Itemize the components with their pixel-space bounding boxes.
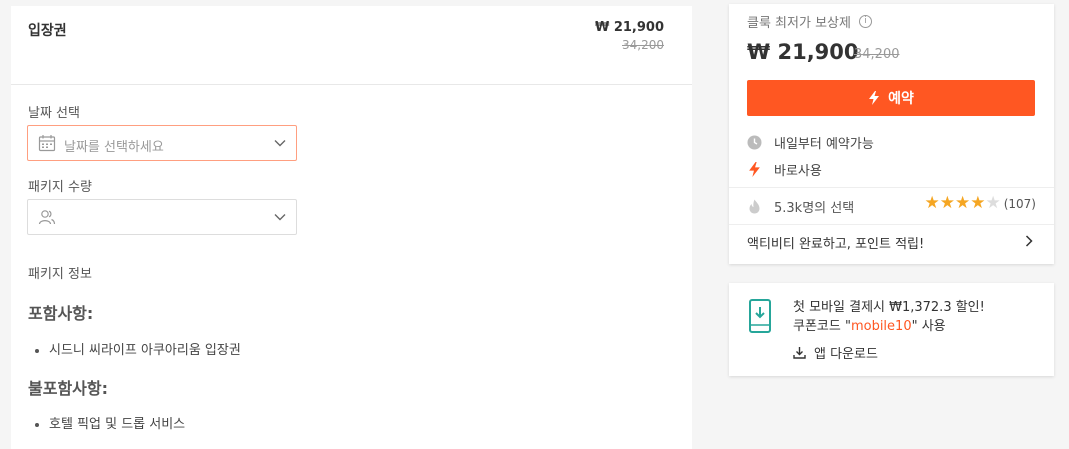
best-price-badge: 클룩 최저가 보상제 i bbox=[747, 12, 872, 31]
excluded-item-text: 호텔 픽업 및 드롭 서비스 bbox=[49, 417, 186, 432]
chevron-down-icon bbox=[274, 140, 286, 147]
booking-original-price: 34,200 bbox=[854, 47, 900, 62]
star-icon: ★ bbox=[985, 193, 1001, 213]
availability-text: 내일부터 예약가능 bbox=[774, 137, 874, 152]
star-icon: ★ bbox=[970, 193, 986, 213]
calendar-icon bbox=[38, 135, 56, 152]
booked-count-row: 5.3k명의 선택 bbox=[747, 197, 854, 216]
rating-stars: ★ ★ ★ ★ ★ (107) bbox=[924, 195, 1036, 212]
lightning-icon bbox=[869, 91, 880, 105]
star-icon: ★ bbox=[924, 193, 940, 213]
package-title: 입장권 bbox=[28, 23, 67, 39]
lightning-icon bbox=[749, 162, 760, 177]
divider bbox=[729, 224, 1054, 225]
review-count[interactable]: (107) bbox=[1004, 197, 1036, 211]
points-row[interactable]: 액티비티 완료하고, 포인트 적립! bbox=[747, 233, 924, 252]
date-select-label: 날짜 선택 bbox=[28, 106, 80, 121]
book-button-label: 예약 bbox=[888, 91, 914, 107]
flame-icon bbox=[749, 199, 760, 214]
package-price: ₩ 21,900 bbox=[594, 20, 664, 35]
quantity-select-field[interactable] bbox=[27, 199, 297, 235]
chevron-down-icon bbox=[274, 214, 286, 221]
phone-download-icon bbox=[749, 299, 771, 333]
bullet bbox=[35, 422, 39, 427]
package-header: 입장권 ₩ 21,900 34,200 bbox=[11, 6, 692, 85]
package-options-panel: 입장권 ₩ 21,900 34,200 날짜 선택 날짜를 선택하세요 패키지 … bbox=[11, 6, 692, 449]
star-icon: ★ bbox=[954, 193, 971, 213]
instant-use-text: 바로사용 bbox=[774, 164, 822, 179]
excluded-heading: 불포함사항: bbox=[28, 379, 108, 398]
instant-use-row: 바로사용 bbox=[747, 160, 822, 179]
chevron-right-icon[interactable] bbox=[1022, 234, 1036, 248]
app-download-label: 앱 다운로드 bbox=[814, 347, 878, 362]
availability-row: 내일부터 예약가능 bbox=[747, 133, 874, 152]
promo-discount-text: 첫 모바일 결제시 ₩1,372.3 할인! bbox=[793, 300, 985, 315]
people-icon bbox=[38, 210, 56, 225]
included-item: 시드니 씨라이프 아쿠아리움 입장권 bbox=[35, 339, 241, 358]
clock-icon bbox=[747, 135, 762, 150]
app-promo-card: 첫 모바일 결제시 ₩1,372.3 할인! 쿠폰코드 "mobile10" 사… bbox=[729, 283, 1054, 376]
book-button[interactable]: 예약 bbox=[747, 80, 1035, 116]
package-original-price: 34,200 bbox=[622, 38, 664, 52]
booking-card: 클룩 최저가 보상제 i ₩ 21,900 34,200 예약 내일부터 예약가… bbox=[729, 4, 1054, 264]
excluded-item: 호텔 픽업 및 드롭 서비스 bbox=[35, 413, 185, 432]
included-item-text: 시드니 씨라이프 아쿠아리움 입장권 bbox=[49, 343, 241, 358]
included-heading: 포함사항: bbox=[28, 304, 94, 323]
best-price-badge-text: 클룩 최저가 보상제 bbox=[747, 16, 851, 31]
package-info-label: 패키지 정보 bbox=[28, 267, 92, 282]
info-icon[interactable]: i bbox=[858, 15, 872, 28]
star-icon: ★ bbox=[939, 193, 955, 213]
divider bbox=[729, 187, 1054, 188]
download-icon bbox=[793, 347, 806, 359]
booked-count-text: 5.3k명의 선택 bbox=[774, 201, 855, 216]
date-select-field[interactable]: 날짜를 선택하세요 bbox=[27, 125, 297, 161]
booking-price: ₩ 21,900 bbox=[747, 40, 859, 64]
promo-coupon-text: 쿠폰코드 "mobile10" 사용 bbox=[793, 315, 946, 334]
promo-coupon-suffix: " 사용 bbox=[911, 319, 946, 334]
quantity-label: 패키지 수량 bbox=[28, 180, 92, 195]
promo-coupon-prefix: 쿠폰코드 " bbox=[793, 319, 851, 334]
date-select-placeholder: 날짜를 선택하세요 bbox=[64, 140, 164, 155]
promo-coupon-code: mobile10 bbox=[850, 319, 912, 334]
bullet bbox=[35, 348, 39, 353]
app-download-link[interactable]: 앱 다운로드 bbox=[793, 343, 878, 362]
